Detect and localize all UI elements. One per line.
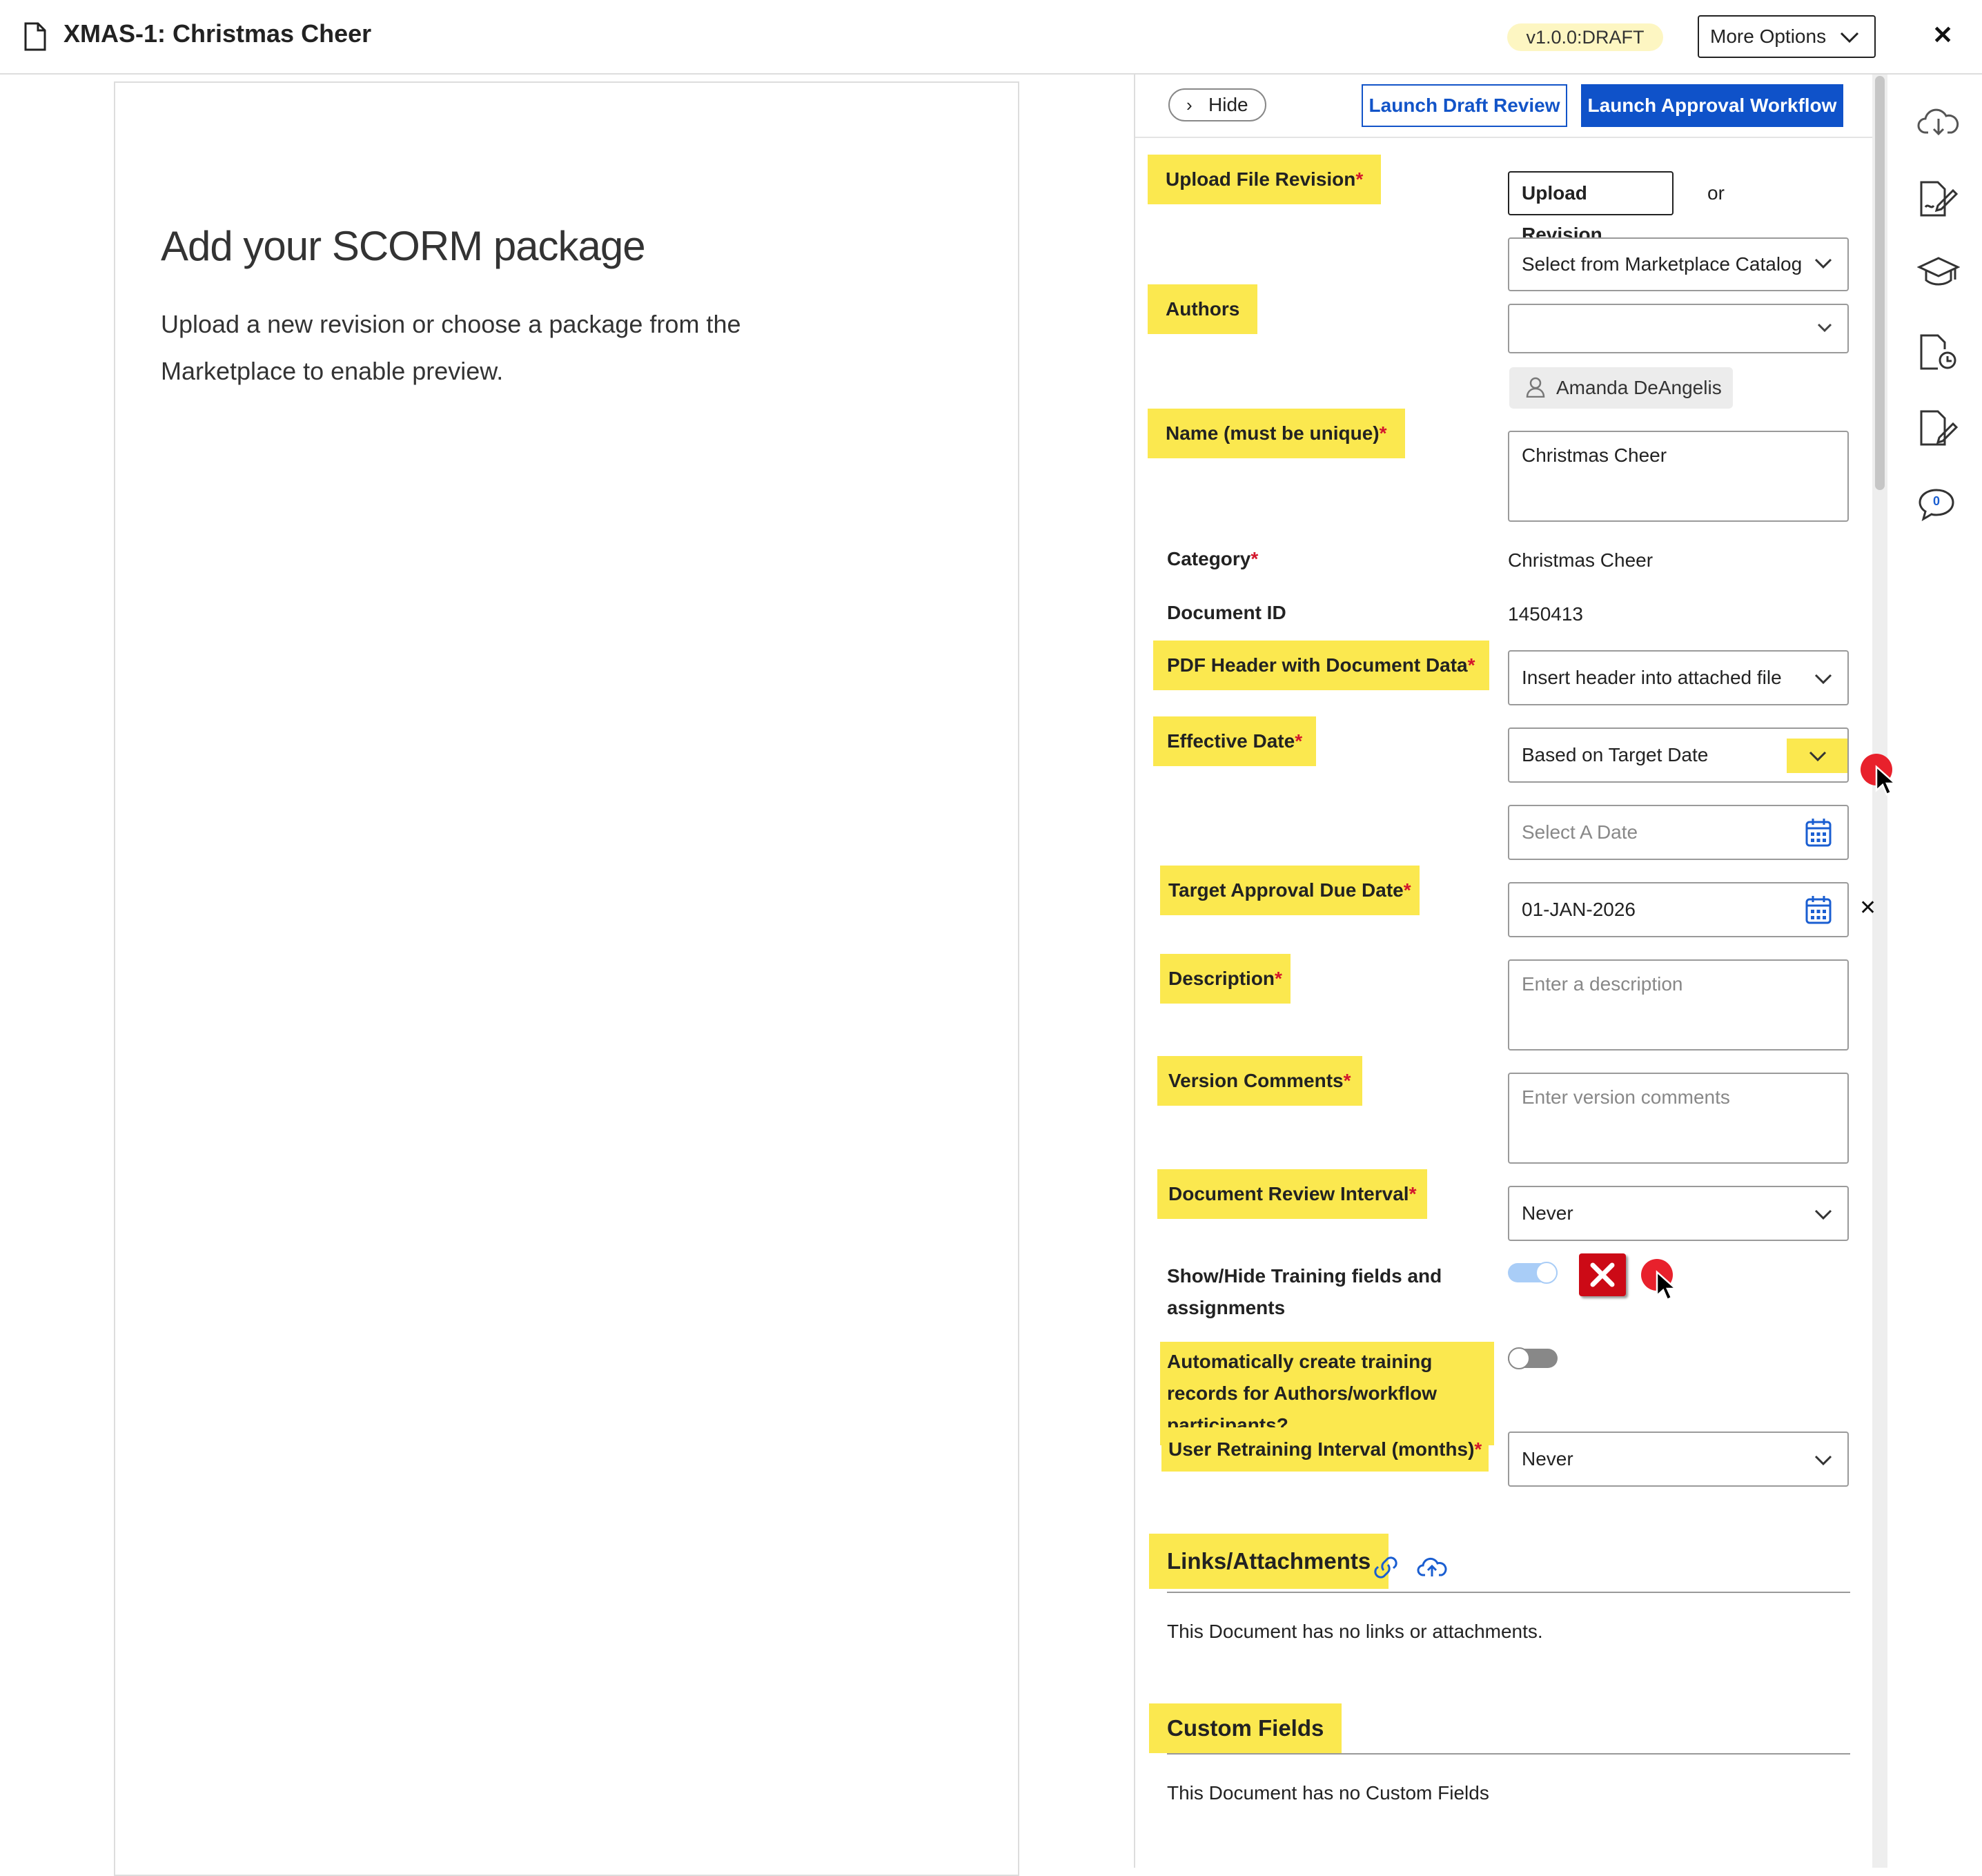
user-icon bbox=[1526, 377, 1545, 398]
target-date-value: 01-JAN-2026 bbox=[1522, 899, 1636, 920]
category-value: Christmas Cheer bbox=[1508, 549, 1654, 571]
chevron-down-icon bbox=[1814, 674, 1832, 685]
scrollbar-thumb[interactable] bbox=[1875, 76, 1885, 490]
preview-subtitle: Upload a new revision or choose a packag… bbox=[161, 310, 741, 385]
custom-fields-title: Custom Fields bbox=[1149, 1703, 1342, 1753]
author-chip-name: Amanda DeAngelis bbox=[1556, 377, 1722, 398]
review-interval-value: Never bbox=[1522, 1202, 1573, 1224]
preview-title: Add your SCORM package bbox=[161, 223, 646, 269]
or-text: or bbox=[1707, 182, 1725, 204]
document-edit-icon[interactable] bbox=[1917, 409, 1960, 447]
category-label: Category* bbox=[1167, 548, 1259, 569]
cursor-icon bbox=[1656, 1270, 1676, 1301]
document-icon bbox=[23, 22, 47, 55]
hide-label: Hide bbox=[1208, 94, 1248, 115]
link-icon[interactable] bbox=[1372, 1556, 1400, 1579]
retraining-interval-select[interactable]: Never bbox=[1508, 1432, 1849, 1487]
launch-draft-review-button[interactable]: Launch Draft Review bbox=[1362, 84, 1567, 127]
panel-toolbar: › Hide Launch Draft Review Launch Approv… bbox=[1135, 75, 1874, 138]
cloud-download-icon[interactable] bbox=[1917, 105, 1960, 138]
document-history-icon[interactable] bbox=[1917, 333, 1960, 371]
authors-label: Authors bbox=[1148, 284, 1258, 334]
retraining-interval-label: User Retraining Interval (months)* bbox=[1161, 1427, 1489, 1472]
effective-date-select[interactable]: Based on Target Date bbox=[1508, 727, 1849, 783]
version-comments-label: Version Comments* bbox=[1157, 1056, 1362, 1106]
cloud-upload-icon[interactable] bbox=[1417, 1554, 1447, 1579]
preview-pane: Add your SCORM package Upload a new revi… bbox=[114, 81, 1019, 1876]
version-badge: v1.0.0:DRAFT bbox=[1507, 23, 1663, 51]
custom-fields-empty-text: This Document has no Custom Fields bbox=[1167, 1782, 1489, 1804]
date-placeholder: Select A Date bbox=[1522, 821, 1638, 843]
chevron-down-icon bbox=[1814, 1209, 1832, 1220]
comments-icon[interactable]: 0 bbox=[1917, 487, 1956, 522]
effective-date-picker[interactable]: Select A Date bbox=[1508, 805, 1849, 860]
auto-create-toggle[interactable] bbox=[1508, 1347, 1558, 1369]
review-interval-label: Document Review Interval* bbox=[1157, 1169, 1428, 1219]
comment-count: 0 bbox=[1932, 494, 1940, 508]
name-input[interactable]: Christmas Cheer bbox=[1508, 431, 1849, 522]
close-icon[interactable] bbox=[1579, 1253, 1626, 1296]
pdf-header-select[interactable]: Insert header into attached file bbox=[1508, 650, 1849, 705]
upload-file-revision-label: Upload File Revision* bbox=[1148, 155, 1382, 204]
chevron-down-icon bbox=[1809, 751, 1827, 762]
chevron-down-icon bbox=[1817, 323, 1832, 333]
clear-date-icon[interactable]: ✕ bbox=[1859, 896, 1876, 920]
page-title: XMAS-1: Christmas Cheer bbox=[63, 19, 372, 48]
effective-date-value: Based on Target Date bbox=[1522, 744, 1709, 765]
cursor-icon bbox=[1875, 765, 1895, 796]
chevron-down-icon bbox=[1814, 1455, 1832, 1466]
description-label: Description* bbox=[1160, 954, 1291, 1004]
top-bar: XMAS-1: Christmas Cheer v1.0.0:DRAFT Mor… bbox=[0, 0, 1982, 75]
graduation-cap-icon[interactable] bbox=[1917, 255, 1960, 291]
more-options-button[interactable]: More Options bbox=[1698, 15, 1876, 58]
section-divider bbox=[1167, 1753, 1850, 1755]
name-label: Name (must be unique)* bbox=[1148, 409, 1405, 458]
hide-button[interactable]: › Hide bbox=[1168, 88, 1266, 121]
description-input[interactable]: Enter a description bbox=[1508, 959, 1849, 1051]
more-options-label: More Options bbox=[1710, 26, 1827, 47]
training-toggle[interactable] bbox=[1508, 1262, 1558, 1284]
marketplace-select-value: Select from Marketplace Catalog bbox=[1522, 253, 1803, 275]
calendar-icon[interactable] bbox=[1805, 817, 1832, 848]
document-id-label: Document ID bbox=[1167, 602, 1286, 623]
pdf-header-label: PDF Header with Document Data* bbox=[1153, 641, 1489, 690]
close-icon[interactable]: ✕ bbox=[1932, 21, 1953, 50]
launch-approval-workflow-button[interactable]: Launch Approval Workflow bbox=[1581, 84, 1843, 127]
review-interval-select[interactable]: Never bbox=[1508, 1186, 1849, 1241]
chevron-down-icon bbox=[1814, 258, 1832, 269]
chevron-right-icon: › bbox=[1186, 95, 1193, 115]
links-attachments-title: Links/Attachments bbox=[1149, 1534, 1389, 1589]
author-chip[interactable]: Amanda DeAngelis bbox=[1509, 367, 1733, 409]
upload-revision-button[interactable]: Upload Revision bbox=[1508, 171, 1674, 245]
target-approval-date-input[interactable]: 01-JAN-2026 bbox=[1508, 882, 1849, 937]
retraining-interval-value: Never bbox=[1522, 1448, 1573, 1469]
document-sign-icon[interactable] bbox=[1917, 179, 1960, 218]
links-empty-text: This Document has no links or attachment… bbox=[1167, 1621, 1543, 1642]
pdf-header-value: Insert header into attached file bbox=[1522, 667, 1782, 688]
effective-date-label: Effective Date* bbox=[1153, 716, 1317, 766]
training-toggle-label: Show/Hide Training fields and assignment… bbox=[1167, 1265, 1442, 1318]
chevron-down-icon bbox=[1840, 32, 1859, 43]
target-approval-date-label: Target Approval Due Date* bbox=[1160, 866, 1420, 915]
authors-select[interactable] bbox=[1508, 304, 1849, 353]
document-id-value: 1450413 bbox=[1508, 603, 1584, 625]
marketplace-catalog-select[interactable]: Select from Marketplace Catalog bbox=[1508, 237, 1849, 291]
section-divider bbox=[1167, 1592, 1850, 1593]
calendar-icon[interactable] bbox=[1805, 895, 1832, 925]
version-comments-input[interactable]: Enter version comments bbox=[1508, 1073, 1849, 1164]
